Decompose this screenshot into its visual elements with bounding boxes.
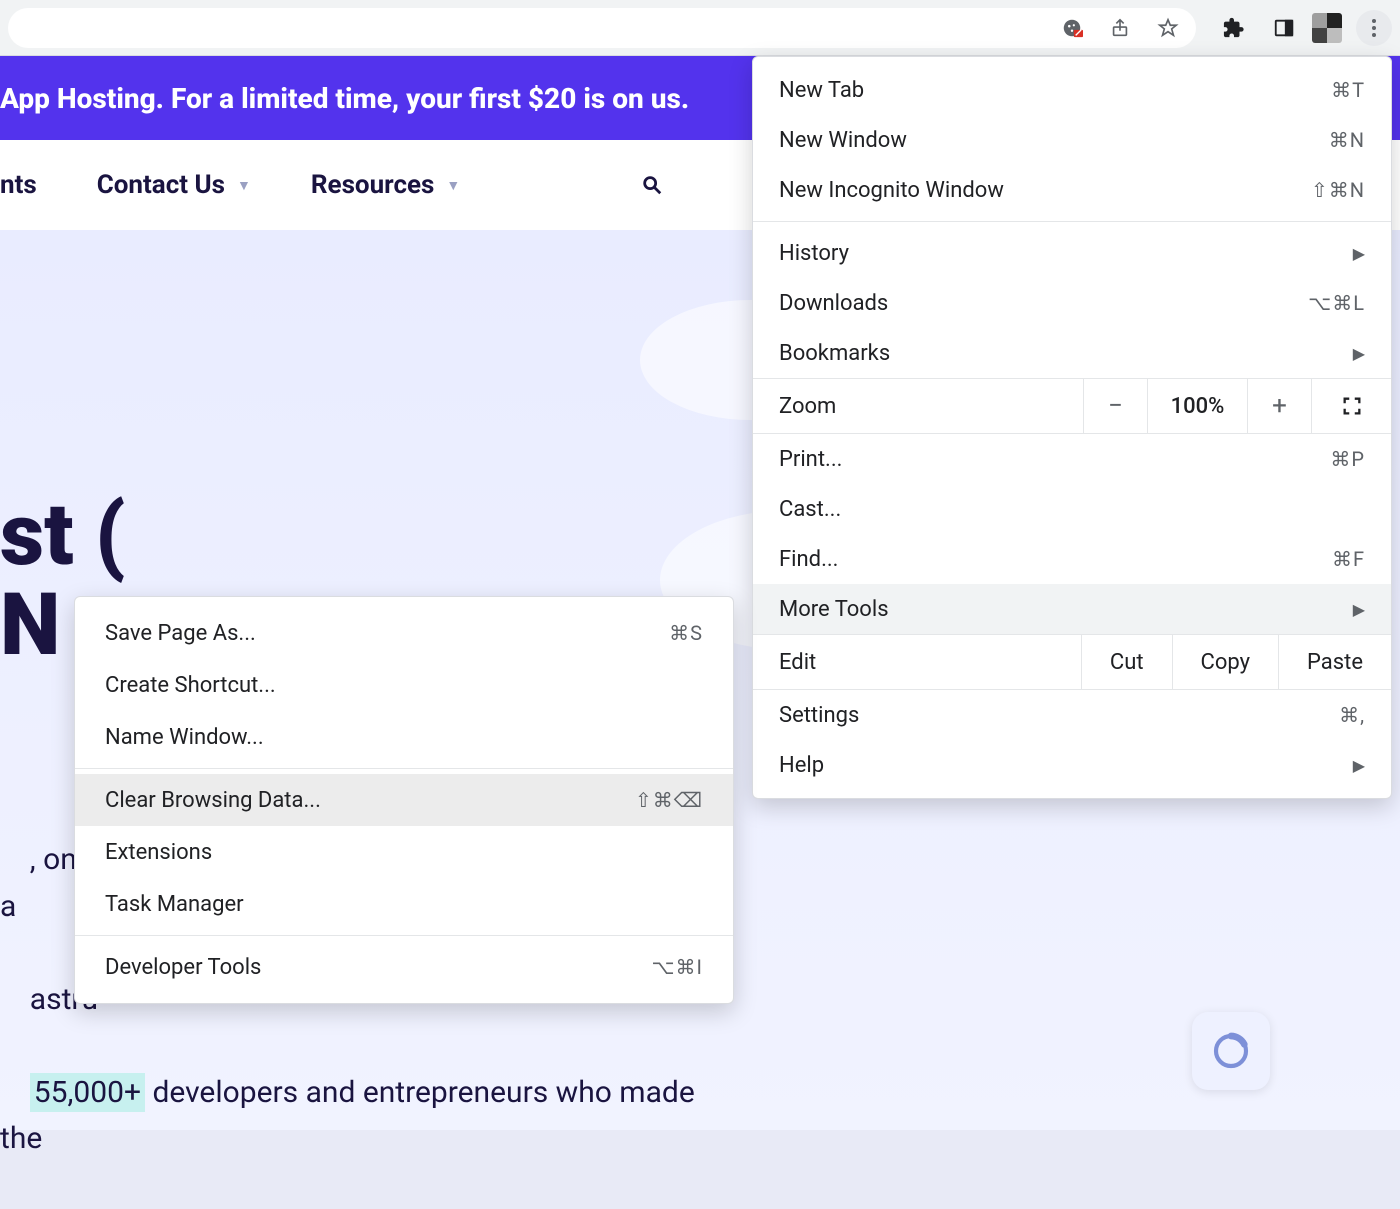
search-icon[interactable] bbox=[640, 173, 664, 197]
nav-item-contact[interactable]: Contact Us▼ bbox=[97, 170, 251, 200]
chevron-right-icon: ▶ bbox=[1353, 244, 1365, 263]
submenu-save-page-as[interactable]: Save Page As...⌘S bbox=[75, 607, 733, 659]
menu-bookmarks[interactable]: Bookmarks▶ bbox=[753, 328, 1391, 378]
edit-cut-button[interactable]: Cut bbox=[1081, 635, 1172, 689]
highlight: 55,000+ bbox=[30, 1073, 145, 1112]
zoom-in-button[interactable]: + bbox=[1247, 379, 1311, 433]
menu-find[interactable]: Find...⌘F bbox=[753, 534, 1391, 584]
menu-new-tab[interactable]: New Tab⌘T bbox=[753, 65, 1391, 115]
extensions-icon[interactable] bbox=[1222, 16, 1246, 40]
chevron-right-icon: ▶ bbox=[1353, 600, 1365, 619]
submenu-task-manager[interactable]: Task Manager bbox=[75, 878, 733, 930]
submenu-developer-tools[interactable]: Developer Tools⌥⌘I bbox=[75, 941, 733, 993]
menu-cast[interactable]: Cast... bbox=[753, 484, 1391, 534]
submenu-clear-browsing-data[interactable]: Clear Browsing Data... ⇧⌘⌫ bbox=[75, 774, 733, 826]
star-icon[interactable] bbox=[1156, 16, 1180, 40]
zoom-out-button[interactable]: − bbox=[1083, 379, 1147, 433]
chevron-right-icon: ▶ bbox=[1353, 756, 1365, 775]
submenu-extensions[interactable]: Extensions bbox=[75, 826, 733, 878]
cookie-blocked-icon[interactable] bbox=[1060, 16, 1084, 40]
chrome-menu-button[interactable] bbox=[1356, 10, 1392, 46]
menu-downloads[interactable]: Downloads⌥⌘L bbox=[753, 278, 1391, 328]
menu-settings[interactable]: Settings⌘, bbox=[753, 690, 1391, 740]
menu-help[interactable]: Help▶ bbox=[753, 740, 1391, 790]
chevron-down-icon: ▼ bbox=[237, 177, 251, 194]
submenu-name-window[interactable]: Name Window... bbox=[75, 711, 733, 763]
menu-zoom: Zoom − 100% + bbox=[753, 378, 1391, 434]
floating-action-button[interactable] bbox=[1192, 1012, 1270, 1090]
edit-paste-button[interactable]: Paste bbox=[1278, 635, 1391, 689]
nav-item-partial[interactable]: nts bbox=[0, 170, 37, 200]
browser-toolbar bbox=[0, 0, 1400, 56]
shortcut-text: ⇧⌘⌫ bbox=[635, 788, 703, 812]
menu-edit: Edit Cut Copy Paste bbox=[753, 634, 1391, 690]
chevron-right-icon: ▶ bbox=[1353, 344, 1365, 363]
menu-history[interactable]: History▶ bbox=[753, 228, 1391, 278]
profile-avatar[interactable] bbox=[1312, 13, 1342, 43]
nav-item-resources[interactable]: Resources▼ bbox=[311, 170, 460, 200]
menu-more-tools[interactable]: More Tools▶ bbox=[753, 584, 1391, 634]
menu-new-window[interactable]: New Window⌘N bbox=[753, 115, 1391, 165]
menu-incognito[interactable]: New Incognito Window⇧⌘N bbox=[753, 165, 1391, 215]
address-bar[interactable] bbox=[8, 8, 1196, 48]
side-panel-icon[interactable] bbox=[1272, 16, 1296, 40]
share-icon[interactable] bbox=[1108, 16, 1132, 40]
menu-print[interactable]: Print...⌘P bbox=[753, 434, 1391, 484]
edit-copy-button[interactable]: Copy bbox=[1172, 635, 1279, 689]
submenu-create-shortcut[interactable]: Create Shortcut... bbox=[75, 659, 733, 711]
chevron-down-icon: ▼ bbox=[446, 177, 460, 194]
fullscreen-button[interactable] bbox=[1311, 379, 1391, 433]
zoom-value: 100% bbox=[1147, 379, 1247, 433]
more-tools-submenu: Save Page As...⌘S Create Shortcut... Nam… bbox=[74, 596, 734, 1004]
chrome-main-menu: New Tab⌘T New Window⌘N New Incognito Win… bbox=[752, 56, 1392, 799]
banner-text: App Hosting. For a limited time, your fi… bbox=[0, 82, 689, 115]
